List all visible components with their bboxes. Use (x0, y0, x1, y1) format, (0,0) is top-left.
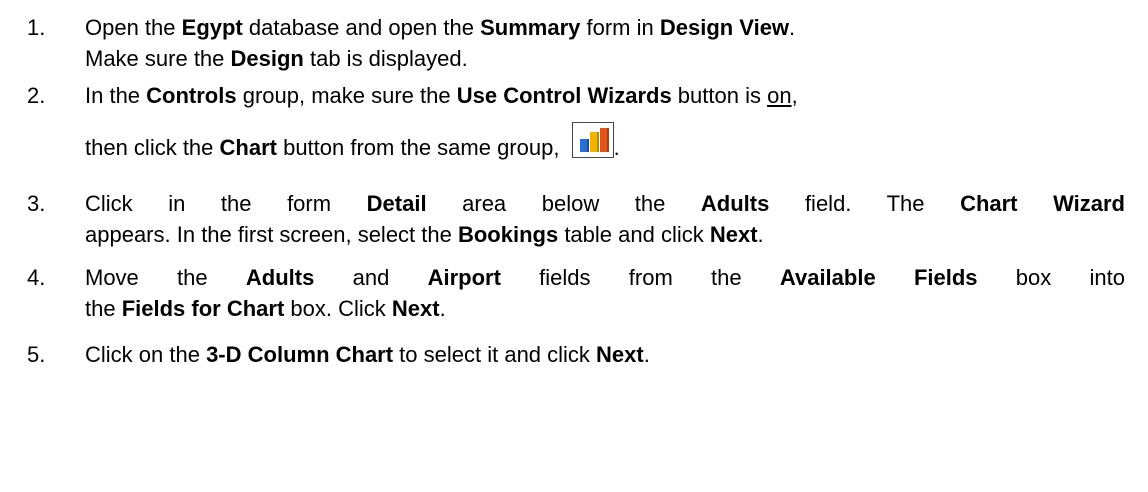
text: Make sure the (85, 46, 231, 71)
step-number: 1. (27, 15, 46, 40)
text: Open the (85, 15, 182, 40)
text: button from the same group, (276, 135, 566, 160)
text: appears. In the first screen, select the (85, 222, 458, 247)
wizard-name: Chart Wizard (960, 191, 1125, 216)
chart-icon (571, 122, 614, 158)
text: box into (977, 265, 1125, 290)
text: group, make sure the (236, 83, 457, 108)
text: fields from the (500, 265, 780, 290)
button-name: Next (709, 222, 758, 247)
text: button is (671, 83, 768, 108)
chart-icon-bar-blue-side (586, 139, 589, 152)
text: tab is displayed. (303, 46, 468, 71)
button-name: Next (391, 296, 440, 321)
chart-type-name: 3-D Column Chart (206, 342, 394, 367)
tab-name: Design (230, 46, 304, 71)
chart-icon-bar-yellow-side (596, 132, 599, 152)
text: Click on the (85, 342, 207, 367)
step-number: 5. (27, 342, 46, 367)
text: database and open the (242, 15, 481, 40)
button-name: Next (596, 342, 644, 367)
chart-icon-bar-blue (579, 139, 587, 152)
text: . (613, 135, 620, 160)
text: to select it and click (393, 342, 597, 367)
box-name: Available Fields (779, 265, 978, 290)
text: . (643, 342, 650, 367)
state-word: on (767, 83, 792, 108)
database-name: Egypt (181, 15, 243, 40)
text: In the (85, 83, 147, 108)
view-name: Design View (659, 15, 790, 40)
table-name: Bookings (457, 222, 559, 247)
step-number: 2. (27, 83, 46, 108)
text: the (85, 296, 122, 321)
form-name: Summary (480, 15, 581, 40)
button-name: Chart (219, 135, 277, 160)
text: field. The (769, 191, 961, 216)
text: . (789, 15, 796, 40)
text: area below the (426, 191, 701, 216)
step-number: 3. (27, 191, 46, 216)
chart-icon-graphic (579, 128, 609, 152)
button-name: Use Control Wizards (456, 83, 672, 108)
chart-icon-bar-orange-side (606, 128, 609, 152)
text: . (439, 296, 446, 321)
text: form in (580, 15, 660, 40)
step-number: 4. (27, 265, 46, 290)
text: then click the (85, 135, 220, 160)
text: box. Click (284, 296, 392, 321)
field-name: Airport (427, 265, 501, 290)
text: and (314, 265, 428, 290)
text: . (757, 222, 764, 247)
box-name: Fields for Chart (121, 296, 285, 321)
text: Click in the form (85, 191, 367, 216)
text: , (791, 83, 798, 108)
chart-icon-bar-yellow (589, 132, 597, 152)
chart-icon-bar-orange (599, 128, 607, 152)
group-name: Controls (146, 83, 237, 108)
field-name: Adults (700, 191, 770, 216)
text: Move the (85, 265, 246, 290)
field-name: Adults (245, 265, 315, 290)
text: table and click (558, 222, 710, 247)
area-name: Detail (366, 191, 427, 216)
